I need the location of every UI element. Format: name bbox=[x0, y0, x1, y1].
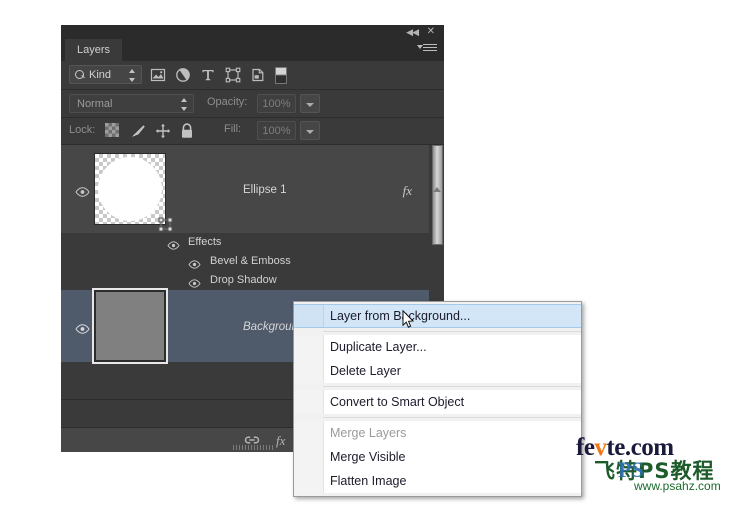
filter-kind-stepper[interactable] bbox=[129, 69, 136, 82]
panel-tab-strip: Layers bbox=[61, 39, 444, 61]
blend-mode-value: Normal bbox=[77, 98, 113, 110]
opacity-label: Opacity: bbox=[207, 96, 248, 108]
menu-item-merge-layers: Merge Layers bbox=[294, 421, 581, 445]
filter-kind-label: Kind bbox=[89, 69, 112, 81]
menu-item-delete-layer[interactable]: Delete Layer bbox=[294, 359, 581, 383]
layer-name-ellipse-1[interactable]: Ellipse 1 bbox=[243, 184, 286, 196]
menu-item-duplicate-layer[interactable]: Duplicate Layer... bbox=[294, 335, 581, 359]
layer-visibility-icon[interactable] bbox=[75, 184, 90, 197]
layer-visibility-icon[interactable] bbox=[75, 321, 90, 334]
resize-grip[interactable] bbox=[233, 445, 273, 450]
wm-v: v bbox=[594, 434, 607, 461]
panel-menu-caret-icon bbox=[417, 45, 423, 49]
screenshot-root: ◀◀ ✕ Layers Kind Normal Opacity: 100% Lo… bbox=[0, 0, 743, 505]
effects-group-row[interactable]: Effects bbox=[61, 233, 444, 252]
layer-style-fx-icon[interactable]: fx bbox=[276, 433, 285, 448]
watermark-url: www.psahz.com bbox=[634, 479, 721, 493]
panel-menu-icon[interactable] bbox=[417, 44, 437, 55]
filter-kind-select[interactable]: Kind bbox=[69, 65, 142, 84]
layer-row-ellipse-1[interactable]: Ellipse 1 fx bbox=[61, 145, 444, 233]
blend-mode-select[interactable]: Normal bbox=[69, 94, 194, 113]
effects-group-label: Effects bbox=[188, 236, 222, 248]
menu-separator bbox=[323, 386, 581, 387]
filter-pixel-icon[interactable] bbox=[150, 67, 166, 83]
filter-smart-object-icon[interactable] bbox=[250, 67, 266, 83]
effect-visibility-icon[interactable] bbox=[188, 276, 201, 288]
lock-position-icon[interactable] bbox=[155, 123, 171, 139]
collapse-panel-icon[interactable]: ◀◀ bbox=[406, 27, 419, 37]
close-icon[interactable]: ✕ bbox=[427, 27, 435, 37]
lock-transparent-pixels-icon[interactable] bbox=[105, 123, 120, 138]
fill-label: Fill: bbox=[224, 123, 242, 135]
vector-mask-badge-icon bbox=[157, 216, 174, 233]
layer-thumbnail-ellipse-1[interactable] bbox=[94, 153, 173, 232]
layer-filter-bar: Kind bbox=[61, 61, 444, 90]
menu-item-convert-to-smart-object[interactable]: Convert to Smart Object bbox=[294, 390, 581, 414]
layer-effects-tree: Effects Bevel & Emboss Drop Shadow bbox=[61, 233, 444, 290]
scrollbar-thumb[interactable] bbox=[432, 145, 443, 245]
search-icon bbox=[75, 70, 84, 79]
menu-separator bbox=[323, 417, 581, 418]
filter-type-icon[interactable] bbox=[200, 67, 216, 83]
filter-shape-icon[interactable] bbox=[225, 67, 241, 83]
effect-label-drop-shadow: Drop Shadow bbox=[210, 274, 277, 286]
scroll-up-arrow-icon[interactable] bbox=[433, 187, 441, 192]
effect-visibility-icon[interactable] bbox=[188, 257, 201, 269]
filter-adjustment-icon[interactable] bbox=[175, 67, 191, 83]
menu-item-merge-visible[interactable]: Merge Visible bbox=[294, 445, 581, 469]
lock-image-pixels-icon[interactable] bbox=[130, 123, 145, 138]
blend-mode-bar: Normal Opacity: 100% bbox=[61, 90, 444, 118]
watermark-chinese-text: 飞特PS教程 bbox=[594, 459, 715, 483]
layer-thumbnail-background[interactable] bbox=[92, 288, 168, 364]
blend-mode-stepper[interactable] bbox=[181, 98, 188, 111]
lock-label: Lock: bbox=[69, 124, 96, 136]
opacity-dropdown-button[interactable] bbox=[300, 94, 320, 113]
lock-bar: Lock: Fill: 100% bbox=[61, 118, 444, 145]
effect-row-bevel-emboss[interactable]: Bevel & Emboss bbox=[61, 252, 444, 271]
watermark-site: fevte.com bbox=[576, 434, 674, 462]
effects-visibility-icon[interactable] bbox=[167, 238, 180, 250]
filter-toggle-icon[interactable] bbox=[275, 67, 291, 84]
lock-all-icon[interactable] bbox=[180, 123, 195, 138]
panel-titlebar: ◀◀ ✕ bbox=[61, 25, 444, 39]
menu-separator bbox=[323, 331, 581, 332]
menu-item-flatten-image[interactable]: Flatten Image bbox=[294, 469, 581, 493]
watermark-ps-overlay: PS bbox=[618, 457, 644, 482]
watermark: fevte.com 飞特PS教程 PS www.psahz.com bbox=[576, 434, 741, 496]
effect-row-drop-shadow[interactable]: Drop Shadow bbox=[61, 271, 444, 290]
menu-item-layer-from-background[interactable]: Layer from Background... bbox=[294, 304, 581, 328]
ellipse-shape bbox=[98, 157, 162, 221]
layer-context-menu: Layer from Background... Duplicate Layer… bbox=[293, 301, 582, 497]
fill-dropdown-button[interactable] bbox=[300, 121, 320, 140]
opacity-input[interactable]: 100% bbox=[257, 94, 296, 113]
fill-input[interactable]: 100% bbox=[257, 121, 296, 140]
effect-label-bevel-emboss: Bevel & Emboss bbox=[210, 255, 291, 267]
wm-post: te.com bbox=[606, 434, 674, 461]
layer-style-fx-icon[interactable]: fx bbox=[403, 183, 412, 199]
tab-layers[interactable]: Layers bbox=[65, 39, 123, 61]
